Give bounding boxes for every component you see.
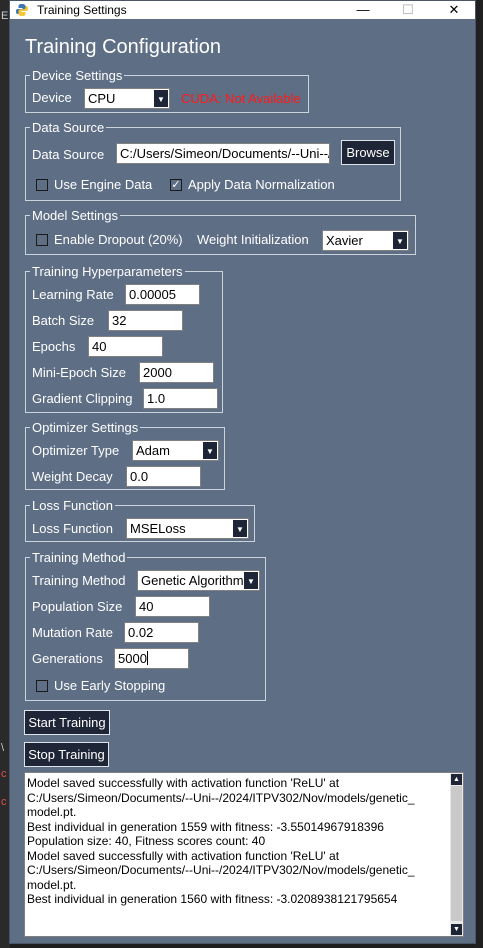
training-log[interactable]: Model saved successfully with activation… (24, 772, 464, 937)
weight-init-select[interactable]: Xavier ▼ (322, 230, 409, 251)
optimizer-type-select[interactable]: Adam ▼ (132, 440, 219, 461)
loss-function-legend: Loss Function (30, 498, 115, 513)
generations-input-value: 5000 (118, 651, 147, 666)
window-title: Training Settings (37, 3, 127, 17)
mini-epoch-size-input[interactable]: 2000 (139, 362, 214, 383)
data-source-label: Data Source (32, 147, 105, 162)
log-line: C:/Users/Simeon/Documents/--Uni--/2024/I… (27, 863, 415, 877)
text-cursor (146, 651, 148, 665)
gradient-clipping-input[interactable]: 1.0 (143, 388, 218, 409)
chevron-down-icon[interactable]: ▼ (244, 572, 258, 589)
loss-function-select-value: MSELoss (130, 521, 186, 536)
background-text: \ (1, 742, 5, 754)
apply-normalization-label: Apply Data Normalization (188, 177, 335, 192)
weight-init-select-value: Xavier (326, 233, 363, 248)
chevron-down-icon[interactable]: ▼ (203, 442, 217, 459)
log-line: Best individual in generation 1559 with … (27, 819, 384, 834)
background-app-strip-right (475, 0, 483, 948)
training-method-select-value: Genetic Algorithm (141, 573, 244, 588)
log-line: Population size: 40, Fitness scores coun… (27, 834, 266, 848)
chevron-down-icon[interactable]: ▼ (233, 520, 247, 537)
use-engine-data-label: Use Engine Data (54, 177, 153, 192)
browse-button[interactable]: Browse (341, 140, 395, 165)
generations-input[interactable]: 5000 (114, 648, 189, 669)
enable-dropout-label: Enable Dropout (20%) (54, 232, 183, 247)
use-engine-data-checkbox[interactable] (36, 179, 48, 191)
population-size-input[interactable]: 40 (135, 596, 210, 617)
cuda-status: CUDA: Not Available (181, 91, 301, 106)
apply-normalization-checkbox[interactable]: ✓ (170, 179, 182, 191)
model-settings-legend: Model Settings (30, 208, 120, 223)
weight-decay-label: Weight Decay (32, 469, 113, 484)
optimizer-type-label: Optimizer Type (32, 443, 120, 458)
optimizer-settings-legend: Optimizer Settings (30, 420, 141, 435)
training-settings-window: Training Settings — ☐ ✕ Training Configu… (9, 0, 476, 944)
batch-size-input[interactable]: 32 (108, 310, 183, 331)
data-source-group: Data Source Data Source C:/Users/Simeon/… (25, 120, 401, 201)
minimize-icon[interactable]: — (348, 1, 378, 19)
mutation-rate-label: Mutation Rate (32, 625, 113, 640)
start-training-button[interactable]: Start Training (24, 710, 110, 735)
log-line: model.pt. (27, 805, 77, 819)
data-source-path-input[interactable]: C:/Users/Simeon/Documents/--Uni--/ (116, 143, 330, 164)
log-line: C:/Users/Simeon/Documents/--Uni--/2024/I… (27, 790, 415, 805)
log-line: model.pt. (27, 877, 77, 892)
gradient-clipping-label: Gradient Clipping (32, 391, 133, 406)
background-text: c (1, 796, 7, 808)
data-source-legend: Data Source (30, 120, 107, 135)
optimizer-type-select-value: Adam (136, 443, 170, 458)
weight-decay-input[interactable]: 0.0 (126, 466, 201, 487)
scroll-up-icon[interactable]: ▲ (451, 774, 462, 785)
population-size-label: Population Size (32, 599, 123, 614)
training-method-select[interactable]: Genetic Algorithm ▼ (137, 570, 260, 591)
scrollbar-thumb[interactable] (451, 786, 462, 921)
log-line: Model saved successfully with activation… (27, 848, 340, 863)
page-title: Training Configuration (25, 36, 222, 58)
background-text: E (1, 10, 9, 22)
training-method-group: Training Method Training Method Genetic … (25, 550, 266, 701)
early-stopping-label: Use Early Stopping (54, 678, 166, 693)
batch-size-label: Batch Size (32, 313, 95, 328)
device-select[interactable]: CPU ▼ (84, 88, 170, 109)
device-label: Device (32, 90, 72, 105)
python-icon (16, 4, 28, 16)
close-icon[interactable]: ✕ (439, 1, 469, 19)
generations-label: Generations (32, 651, 103, 666)
stop-training-button[interactable]: Stop Training (24, 742, 109, 767)
epochs-input[interactable]: 40 (88, 336, 163, 357)
early-stopping-checkbox[interactable] (36, 680, 48, 692)
loss-function-group: Loss Function Loss Function MSELoss ▼ (25, 498, 255, 542)
training-log-text: Model saved successfully with activation… (27, 776, 447, 907)
optimizer-settings-group: Optimizer Settings Optimizer Type Adam ▼… (25, 420, 225, 490)
loss-function-select[interactable]: MSELoss ▼ (126, 518, 249, 539)
device-settings-group: Device Settings Device CPU ▼ CUDA: Not A… (25, 68, 309, 113)
mini-epoch-size-label: Mini-Epoch Size (32, 365, 126, 380)
device-settings-legend: Device Settings (30, 68, 125, 83)
enable-dropout-checkbox[interactable] (36, 234, 48, 246)
learning-rate-label: Learning Rate (32, 287, 114, 302)
maximize-icon[interactable]: ☐ (393, 1, 423, 19)
learning-rate-input[interactable]: 0.00005 (125, 284, 200, 305)
scroll-down-icon[interactable]: ▼ (451, 924, 462, 935)
training-hyperparameters-legend: Training Hyperparameters (30, 264, 185, 279)
weight-init-label: Weight Initialization (197, 232, 309, 247)
chevron-down-icon[interactable]: ▼ (154, 90, 168, 107)
device-select-value: CPU (88, 91, 116, 106)
training-method-legend: Training Method (30, 550, 128, 565)
log-line: Model saved successfully with activation… (27, 776, 340, 790)
log-scrollbar[interactable]: ▲ ▼ (450, 773, 463, 936)
model-settings-group: Model Settings Enable Dropout (20%) Weig… (25, 208, 416, 255)
background-text: c (1, 768, 7, 780)
loss-function-label: Loss Function (32, 521, 113, 536)
chevron-down-icon[interactable]: ▼ (393, 232, 407, 249)
training-hyperparameters-group: Training Hyperparameters Learning Rate 0… (25, 264, 223, 413)
log-line: Best individual in generation 1560 with … (27, 892, 398, 906)
title-bar[interactable]: Training Settings — ☐ ✕ (10, 1, 475, 19)
training-method-label: Training Method (32, 573, 126, 588)
mutation-rate-input[interactable]: 0.02 (124, 622, 199, 643)
epochs-label: Epochs (32, 339, 76, 354)
